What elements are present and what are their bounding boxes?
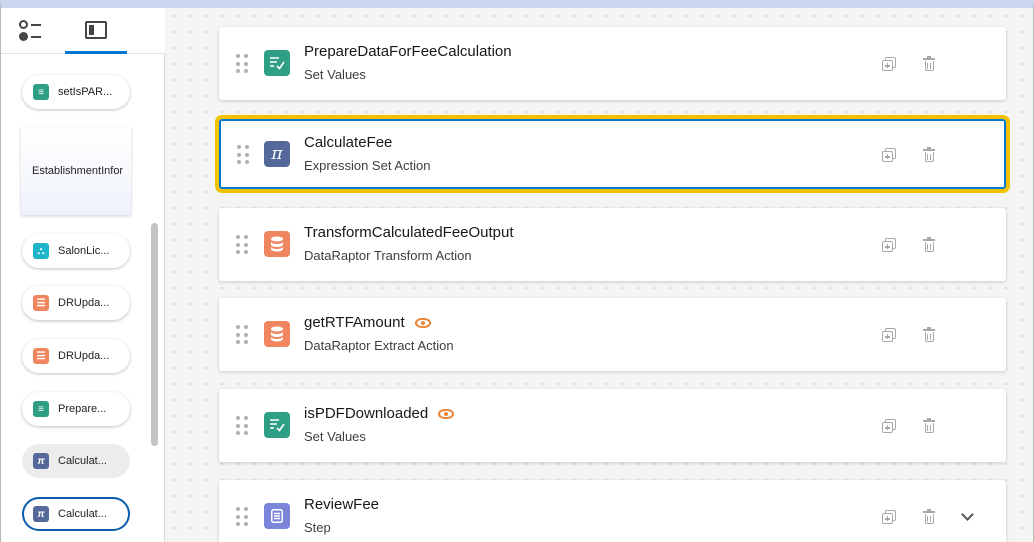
left-panel: ≡ setIsPAR... EstablishmentInfor ⛬ Salon… [1,8,165,542]
integration-procedure-icon: ⛬ [33,243,49,259]
set-values-icon [264,50,290,76]
dataraptor-icon: ☰ [33,295,49,311]
preview-eye-icon[interactable] [438,408,455,419]
chevron-down-icon[interactable] [959,508,975,525]
step-card[interactable]: isPDFDownloaded Set Values [219,389,1006,462]
pi-icon: π [33,453,49,469]
left-item-block[interactable]: EstablishmentInfor [21,127,131,215]
duplicate-icon[interactable] [881,237,897,253]
left-item-label: EstablishmentInfor [32,165,124,177]
left-panel-scrollbar[interactable] [151,223,158,446]
set-values-icon: ≡ [33,401,49,417]
dataraptor-icon [264,231,290,257]
delete-icon[interactable] [921,418,937,434]
left-item-label: SalonLic... [58,245,110,257]
left-item-calculate-focused[interactable]: π Calculat... [22,497,130,531]
drag-handle-icon[interactable] [236,507,248,527]
drag-handle-icon[interactable] [237,145,249,165]
delete-icon[interactable] [921,509,937,525]
left-item-label: DRUpda... [58,297,110,309]
flow-canvas: PrepareDataForFeeCalculation Set Values … [166,8,1033,542]
dataraptor-icon [264,321,290,347]
step-card[interactable]: getRTFAmount DataRaptor Extract Action [219,298,1006,371]
delete-icon[interactable] [921,237,937,253]
tab-panel-layout[interactable] [65,8,127,54]
duplicate-icon[interactable] [881,56,897,72]
step-title: isPDFDownloaded [304,405,455,422]
step-type: Set Values [304,67,366,82]
drag-handle-icon[interactable] [236,325,248,345]
drag-handle-icon[interactable] [236,235,248,255]
step-card-selected[interactable]: π CalculateFee Expression Set Action [215,115,1010,193]
delete-icon[interactable] [921,327,937,343]
left-item-calculate-selected[interactable]: π Calculat... [22,444,130,478]
left-item-prepare[interactable]: ≡ Prepare... [22,392,130,426]
step-type: DataRaptor Extract Action [304,338,454,353]
panel-tabs [1,8,165,54]
step-title: CalculateFee [304,134,393,151]
step-card[interactable]: TransformCalculatedFeeOutput DataRaptor … [219,208,1006,281]
step-type: Expression Set Action [304,158,431,173]
set-values-icon: ≡ [33,84,49,100]
step-title: getRTFAmount [304,314,431,331]
step-title: TransformCalculatedFeeOutput [304,224,514,241]
panel-layout-icon [85,20,107,39]
delete-icon[interactable] [921,147,937,163]
tab-tree-view[interactable] [7,8,53,54]
step-type: DataRaptor Transform Action [304,248,472,263]
delete-icon[interactable] [921,56,937,72]
step-card[interactable]: PrepareDataForFeeCalculation Set Values [219,27,1006,100]
drag-handle-icon[interactable] [236,54,248,74]
tree-view-icon [17,19,43,43]
preview-eye-icon[interactable] [414,317,431,328]
duplicate-icon[interactable] [881,327,897,343]
pi-icon: π [33,506,49,522]
left-item-drupdate-2[interactable]: ☰ DRUpda... [22,339,130,373]
step-type: Set Values [304,429,366,444]
step-type: Step [304,520,331,535]
duplicate-icon[interactable] [881,147,897,163]
step-card[interactable]: ReviewFee Step [219,480,1006,542]
pi-icon: π [264,141,290,167]
set-values-icon [264,412,290,438]
step-title: PrepareDataForFeeCalculation [304,43,512,60]
dataraptor-icon: ☰ [33,348,49,364]
duplicate-icon[interactable] [881,418,897,434]
drag-handle-icon[interactable] [236,416,248,436]
left-item-label: Prepare... [58,403,107,415]
step-title: ReviewFee [304,496,380,513]
left-item-label: setIsPAR... [58,86,113,98]
left-item-label: Calculat... [58,508,107,520]
duplicate-icon[interactable] [881,509,897,525]
left-item-salonlic[interactable]: ⛬ SalonLic... [22,234,130,268]
left-item-label: DRUpda... [58,350,110,362]
step-icon [264,503,290,529]
left-item-label: Calculat... [58,455,107,467]
left-item-setispar[interactable]: ≡ setIsPAR... [22,75,130,109]
left-item-drupdate-1[interactable]: ☰ DRUpda... [22,286,130,320]
